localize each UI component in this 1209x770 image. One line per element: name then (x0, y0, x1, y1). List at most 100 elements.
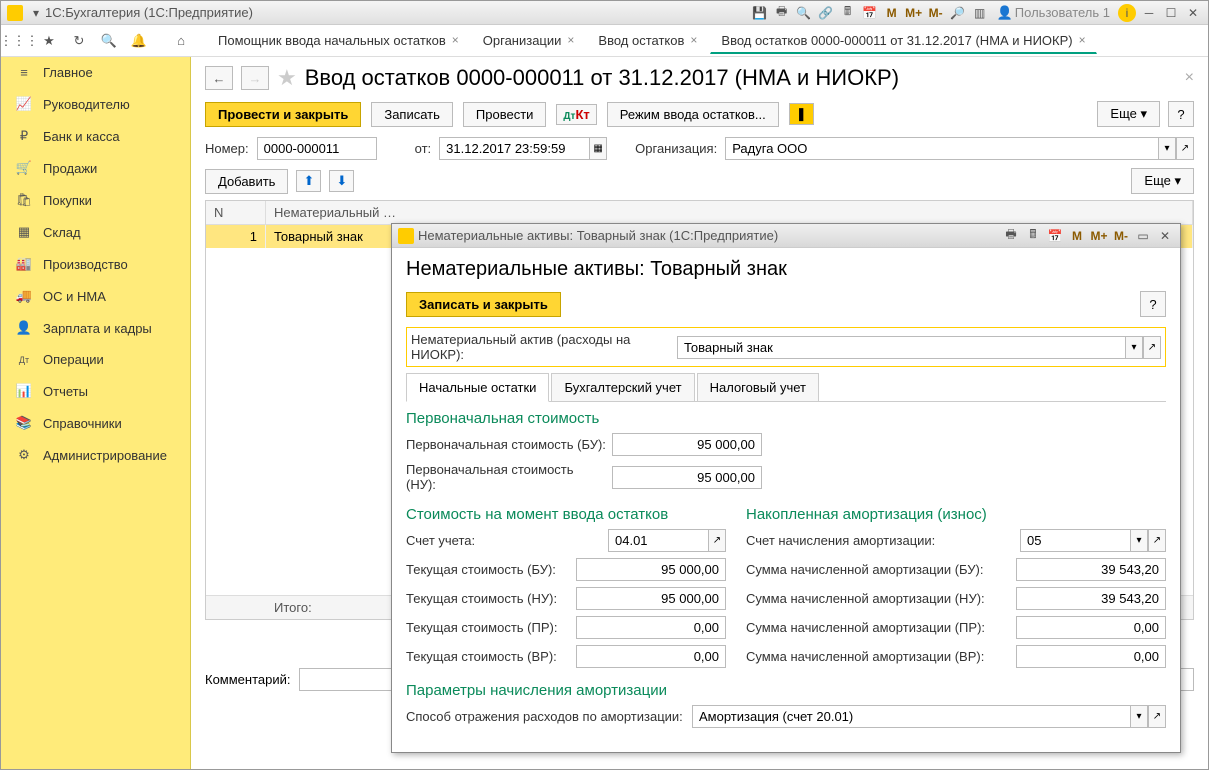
tab-balances[interactable]: Ввод остатков× (587, 28, 708, 54)
am-bu-field[interactable] (1016, 558, 1166, 581)
print-icon[interactable]: 🖶 (1002, 227, 1020, 245)
post-and-close-button[interactable]: Провести и закрыть (205, 102, 361, 127)
close-page-icon[interactable]: × (1185, 69, 1194, 87)
forward-button[interactable]: → (241, 66, 269, 90)
tab-organizations[interactable]: Организации× (472, 28, 586, 54)
account-field[interactable] (608, 529, 708, 552)
am-vr-field[interactable] (1016, 645, 1166, 668)
calendar-icon[interactable]: 📅 (1046, 227, 1064, 245)
m-button[interactable]: M (883, 4, 901, 22)
calendar-icon[interactable]: ▦ (589, 137, 607, 160)
calendar-icon[interactable]: 📅 (861, 4, 879, 22)
cur-bu-field[interactable] (576, 558, 726, 581)
dropdown-icon[interactable]: ▾ (1130, 529, 1148, 552)
sidebar-item-directories[interactable]: 📚Справочники (1, 407, 190, 439)
am-nu-field[interactable] (1016, 587, 1166, 610)
write-button[interactable]: Записать (371, 102, 453, 127)
sidebar-item-main[interactable]: ≡Главное (1, 57, 190, 88)
open-icon[interactable]: ↗ (708, 529, 726, 552)
number-field[interactable] (257, 137, 377, 160)
sidebar-item-production[interactable]: 🏭Производство (1, 248, 190, 280)
open-icon[interactable]: ↗ (1143, 336, 1161, 359)
cur-vr-field[interactable] (576, 645, 726, 668)
calc-icon[interactable]: 🖩 (839, 4, 857, 22)
move-down-button[interactable]: ⬇ (329, 170, 354, 192)
balance-mode-button[interactable]: Режим ввода остатков... (607, 102, 779, 127)
init-bu-field[interactable] (612, 433, 762, 456)
help-button[interactable]: ? (1168, 101, 1194, 127)
star-icon[interactable]: ★ (37, 29, 61, 53)
sidebar-item-operations[interactable]: ДтОперации (1, 344, 190, 375)
cur-nu-field[interactable] (576, 587, 726, 610)
settings-icon[interactable]: ▥ (971, 4, 989, 22)
amort-account-field[interactable] (1020, 529, 1130, 552)
sidebar-item-reports[interactable]: 📊Отчеты (1, 375, 190, 407)
close-icon[interactable]: × (690, 33, 697, 47)
add-button[interactable]: Добавить (205, 169, 288, 194)
sidebar-item-bank[interactable]: ₽Банк и касса (1, 120, 190, 152)
m-button[interactable]: M (1068, 227, 1086, 245)
organization-field[interactable] (725, 137, 1158, 160)
dropdown-icon[interactable]: ▾ (1158, 137, 1176, 160)
m-minus-button[interactable]: M- (1112, 227, 1130, 245)
link-icon[interactable]: 🔗 (817, 4, 835, 22)
cur-pr-field[interactable] (576, 616, 726, 639)
restore-icon[interactable]: ▭ (1134, 227, 1152, 245)
home-icon[interactable]: ⌂ (169, 29, 193, 53)
dt-kt-button[interactable]: ДтКт (556, 104, 596, 125)
move-up-button[interactable]: ⬆ (296, 170, 321, 192)
table-more-button[interactable]: Еще ▾ (1131, 168, 1194, 194)
am-pr-field[interactable] (1016, 616, 1166, 639)
print-icon[interactable]: 🖶 (773, 4, 791, 22)
m-plus-button[interactable]: M+ (905, 4, 923, 22)
more-button[interactable]: Еще ▾ (1097, 101, 1160, 127)
m-plus-button[interactable]: M+ (1090, 227, 1108, 245)
close-icon[interactable]: × (452, 33, 459, 47)
maximize-icon[interactable]: ☐ (1162, 4, 1180, 22)
save-and-close-button[interactable]: Записать и закрыть (406, 292, 561, 317)
open-icon[interactable]: ↗ (1148, 529, 1166, 552)
calc-icon[interactable]: 🖩 (1024, 227, 1042, 245)
close-icon[interactable]: × (1079, 33, 1086, 47)
date-field[interactable] (439, 137, 589, 160)
zoom-icon[interactable]: 🔎 (949, 4, 967, 22)
tab-assistant[interactable]: Помощник ввода начальных остатков× (207, 28, 470, 54)
nma-field[interactable] (677, 336, 1125, 359)
history-icon[interactable]: ↻ (67, 29, 91, 53)
close-icon[interactable]: ✕ (1156, 227, 1174, 245)
bell-icon[interactable]: 🔔 (127, 29, 151, 53)
dropdown-icon[interactable]: ▾ (1130, 705, 1148, 728)
sidebar-item-assets[interactable]: 🚚ОС и НМА (1, 280, 190, 312)
method-field[interactable] (692, 705, 1130, 728)
favorite-icon[interactable]: ★ (277, 65, 297, 91)
dropdown-icon[interactable]: ▾ (1125, 336, 1143, 359)
search-icon[interactable]: 🔍 (97, 29, 121, 53)
sidebar-item-payroll[interactable]: 👤Зарплата и кадры (1, 312, 190, 344)
m-minus-button[interactable]: M- (927, 4, 945, 22)
tab-accounting[interactable]: Бухгалтерский учет (551, 373, 694, 401)
init-nu-field[interactable] (612, 466, 762, 489)
tab-initial[interactable]: Начальные остатки (406, 373, 549, 402)
open-icon[interactable]: ↗ (1148, 705, 1166, 728)
dropdown-icon[interactable]: ▾ (27, 4, 45, 22)
preview-icon[interactable]: 🔍 (795, 4, 813, 22)
back-button[interactable]: ← (205, 66, 233, 90)
sidebar-item-warehouse[interactable]: ▦Склад (1, 216, 190, 248)
sidebar-item-sales[interactable]: 🛒Продажи (1, 152, 190, 184)
sidebar-item-manager[interactable]: 📈Руководителю (1, 88, 190, 120)
sidebar-item-admin[interactable]: ⚙Администрирование (1, 439, 190, 471)
user-menu[interactable]: 👤 Пользователь 1 (997, 5, 1110, 21)
help-button[interactable]: ? (1140, 291, 1166, 317)
sidebar-item-purchases[interactable]: 🛍Покупки (1, 184, 190, 216)
apps-icon[interactable]: ⋮⋮⋮ (7, 29, 31, 53)
close-icon[interactable]: × (567, 33, 574, 47)
warning-button[interactable]: ❚ (789, 103, 814, 125)
tab-document[interactable]: Ввод остатков 0000-000011 от 31.12.2017 … (710, 28, 1096, 54)
post-button[interactable]: Провести (463, 102, 547, 127)
save-icon[interactable]: 💾 (751, 4, 769, 22)
close-icon[interactable]: ✕ (1184, 4, 1202, 22)
tab-tax[interactable]: Налоговый учет (697, 373, 819, 401)
open-icon[interactable]: ↗ (1176, 137, 1194, 160)
minimize-icon[interactable]: ─ (1140, 4, 1158, 22)
info-icon[interactable]: i (1118, 4, 1136, 22)
